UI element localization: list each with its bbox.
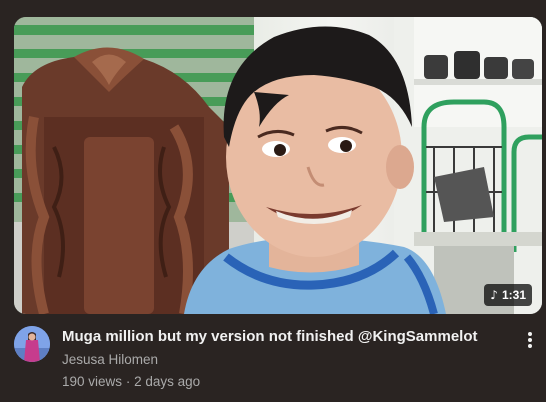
video-thumbnail[interactable]: ♪ 1:31 xyxy=(14,17,542,314)
duration-badge: ♪ 1:31 xyxy=(484,284,532,306)
music-note-icon: ♪ xyxy=(490,288,498,302)
avatar-image xyxy=(14,326,50,362)
channel-name[interactable]: Jesusa Hilomen xyxy=(62,350,514,370)
more-actions-button[interactable] xyxy=(520,328,540,352)
thumbnail-image xyxy=(14,17,542,314)
stats-separator: · xyxy=(125,374,131,389)
channel-avatar[interactable] xyxy=(14,326,50,362)
upload-age: 2 days ago xyxy=(134,374,201,389)
video-text: Muga million but my version not finished… xyxy=(62,326,514,392)
video-stats: 190 views · 2 days ago xyxy=(62,372,514,392)
video-meta: Muga million but my version not finished… xyxy=(14,326,542,396)
video-card[interactable]: ♪ 1:31 Muga million but my version not f… xyxy=(0,0,546,402)
video-title[interactable]: Muga million but my version not finished… xyxy=(62,326,514,348)
more-vert-icon xyxy=(528,332,532,348)
duration-text: 1:31 xyxy=(501,288,526,302)
view-count: 190 views xyxy=(62,374,123,389)
